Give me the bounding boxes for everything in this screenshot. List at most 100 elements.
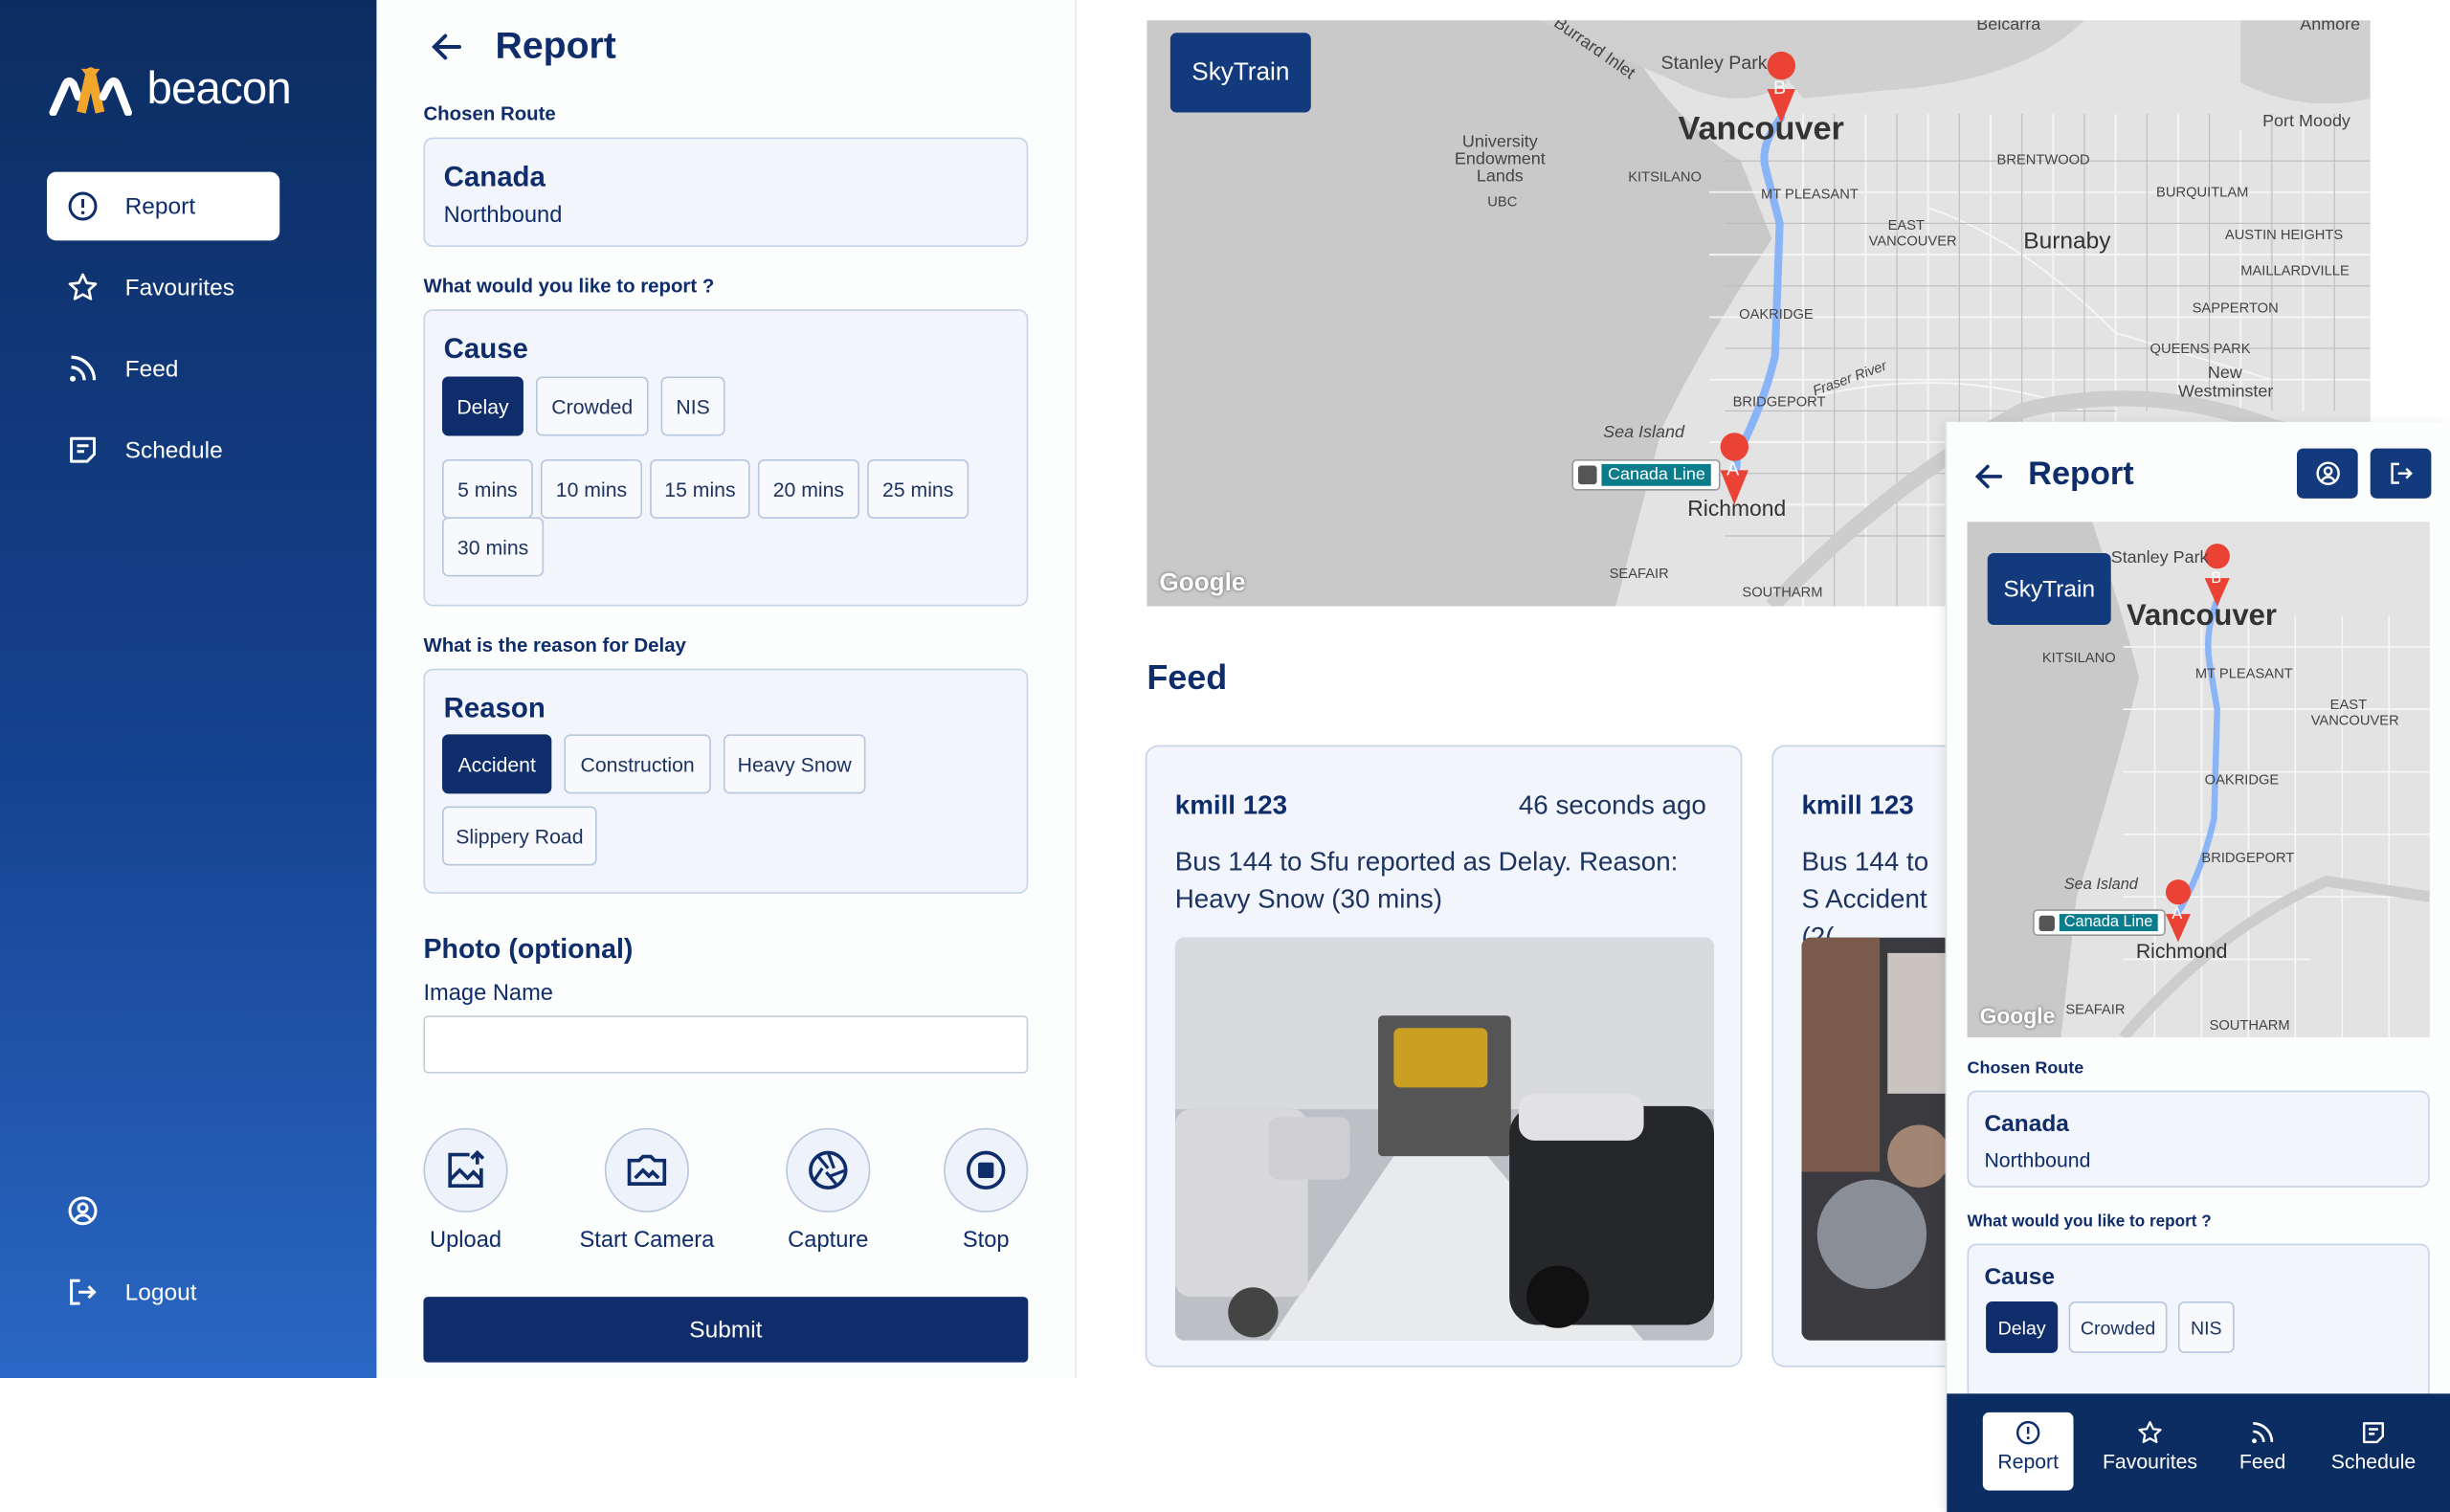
star-icon (2138, 1421, 2162, 1444)
alert-circle-icon (2016, 1420, 2040, 1445)
cause-title: Cause (1984, 1263, 2055, 1291)
map-label-anmore: Anmore (2300, 20, 2361, 34)
chosen-route-card: Canada Northbound (423, 137, 1029, 247)
feed-time: 46 seconds ago (1518, 790, 1706, 821)
map-label-richmond: Richmond (1687, 495, 1787, 521)
sidebar-item-favourites[interactable]: Favourites (47, 253, 279, 322)
bottom-nav-feed[interactable]: Feed (2220, 1412, 2305, 1491)
feed-card[interactable]: kmill 123 Bus 144 to S Accident (2( (1771, 745, 1960, 1367)
map-label-ubc-lands: University Endowment Lands (1454, 132, 1546, 187)
report-question: What would you like to report ? (1967, 1212, 2212, 1232)
start-camera-label: Start Camera (579, 1228, 715, 1254)
sidebar-item-feed[interactable]: Feed (47, 334, 279, 403)
submit-button[interactable]: Submit (423, 1297, 1029, 1363)
map-label-burnaby: Burnaby (2023, 228, 2111, 256)
bottom-nav-report[interactable]: Report (1982, 1412, 2074, 1491)
duration-chip-15[interactable]: 15 mins (650, 458, 750, 520)
map-label-southarm: SOUTHARM (2209, 1016, 2290, 1034)
map-label-austin-heights: AUSTIN HEIGHTS (2224, 226, 2344, 243)
chosen-route-label: Chosen Route (1967, 1058, 2084, 1078)
snowy-road-photo (1174, 937, 1715, 1341)
schedule-note-icon (2362, 1422, 2385, 1444)
mobile-frame: Report B A SkyTrain Stanley Park Vancouv… (1945, 421, 2450, 1512)
back-button[interactable] (428, 28, 465, 65)
sidebar-item-report[interactable]: Report (46, 171, 280, 241)
skytrain-badge[interactable]: SkyTrain (1169, 33, 1311, 113)
logout-button[interactable]: Logout (47, 1257, 279, 1326)
map-label-mt-pleasant: MT PLEASANT (2194, 665, 2293, 681)
map-label-maillardville: MAILLARDVILLE (2240, 262, 2350, 278)
duration-chip-30[interactable]: 30 mins (442, 517, 545, 577)
bottom-nav-schedule[interactable]: Schedule (2322, 1412, 2425, 1491)
desktop-frame: beacon Report Favourites Feed Schedule L… (0, 0, 2450, 1512)
star-icon (68, 273, 98, 300)
map-label-bridgeport: BRIDGEPORT (2201, 850, 2295, 866)
duration-chip-10[interactable]: 10 mins (540, 458, 643, 520)
bottom-nav-label: Feed (2238, 1450, 2286, 1474)
feed-title: Feed (1147, 657, 1228, 698)
report-question: What would you like to report ? (423, 275, 715, 298)
bottom-nav-label: Report (1997, 1450, 2060, 1474)
map-label-sea-island: Sea Island (2063, 876, 2138, 894)
svg-text:A: A (2172, 905, 2182, 923)
map-label-seafair: SEAFAIR (2065, 1001, 2126, 1017)
map-label-mt-pleasant: MT PLEASANT (1760, 186, 1859, 202)
reason-chip-accident[interactable]: Accident (442, 734, 552, 794)
cause-chip-delay[interactable]: Delay (442, 376, 523, 436)
route-name: Canada (443, 161, 546, 192)
route-direction: Northbound (1984, 1147, 2091, 1172)
page-title: Report (495, 25, 616, 68)
upload-button[interactable]: Upload (395, 1127, 536, 1253)
cause-chip-nis[interactable]: NIS (660, 376, 725, 436)
google-attribution: Google (1159, 569, 1246, 597)
mobile-page-title: Report (2028, 456, 2134, 493)
duration-chip-20[interactable]: 20 mins (757, 458, 859, 520)
feed-card[interactable]: kmill 123 46 seconds ago Bus 144 to Sfu … (1145, 745, 1743, 1367)
start-camera-button[interactable]: Start Camera (576, 1127, 717, 1254)
mobile-back-button[interactable] (1971, 459, 2006, 501)
map-label-vancouver: Vancouver (2127, 599, 2277, 634)
profile-button[interactable] (47, 1176, 141, 1245)
map-label-bridgeport: BRIDGEPORT (1732, 393, 1826, 410)
app-logo[interactable]: beacon (47, 62, 292, 116)
cause-chip-delay[interactable]: Delay (1986, 1301, 2059, 1353)
reason-chip-heavy-snow[interactable]: Heavy Snow (723, 734, 866, 794)
feed-user: kmill 123 (1174, 790, 1288, 821)
reason-title: Reason (443, 692, 546, 723)
duration-chip-5[interactable]: 5 mins (442, 458, 533, 520)
reason-question: What is the reason for Delay (423, 634, 686, 656)
map-label-sapperton: SAPPERTON (2192, 300, 2279, 316)
map-label-burquitlam: BURQUITLAM (2156, 184, 2249, 200)
cause-chip-crowded[interactable]: Crowded (535, 376, 649, 436)
duration-chip-25[interactable]: 25 mins (867, 458, 969, 520)
skytrain-badge[interactable]: SkyTrain (1987, 552, 2111, 626)
google-attribution: Google (1979, 1003, 2056, 1029)
logout-icon (2390, 462, 2413, 484)
reason-chip-construction[interactable]: Construction (564, 734, 711, 794)
stop-button[interactable]: Stop (916, 1127, 1057, 1253)
capture-button[interactable]: Capture (758, 1127, 899, 1253)
map-label-east-vancouver: EAST VANCOUVER (1868, 216, 1957, 249)
sidebar-item-label: Feed (124, 355, 179, 383)
line-name: Canada Line (2059, 914, 2158, 932)
aperture-icon (809, 1150, 848, 1190)
mobile-profile-button[interactable] (2296, 448, 2358, 499)
cause-chip-crowded[interactable]: Crowded (2068, 1301, 2168, 1353)
stop-icon (966, 1150, 1006, 1190)
reason-chip-slippery-road[interactable]: Slippery Road (442, 806, 597, 866)
map-label-southarm: SOUTHARM (1742, 584, 1823, 600)
bottom-nav-label: Favourites (2102, 1450, 2198, 1474)
logout-icon (70, 1279, 97, 1305)
bottom-nav-label: Schedule (2330, 1450, 2417, 1474)
image-name-input[interactable] (423, 1015, 1029, 1074)
mobile-bottom-nav: Report Favourites Feed Schedule (1947, 1393, 2450, 1512)
alert-circle-icon (68, 191, 98, 221)
bottom-nav-favourites[interactable]: Favourites (2097, 1412, 2203, 1491)
cause-chip-nis[interactable]: NIS (2177, 1301, 2235, 1353)
mobile-logout-button[interactable] (2370, 448, 2432, 499)
map-label-vancouver: Vancouver (1678, 110, 1844, 147)
mobile-route-map[interactable]: B A SkyTrain Stanley Park Vancouver KITS… (1967, 522, 2430, 1038)
map-label-new-westminster: New Westminster (2177, 364, 2274, 402)
sidebar-item-schedule[interactable]: Schedule (47, 415, 279, 484)
feed-user: kmill 123 (1801, 790, 1914, 821)
